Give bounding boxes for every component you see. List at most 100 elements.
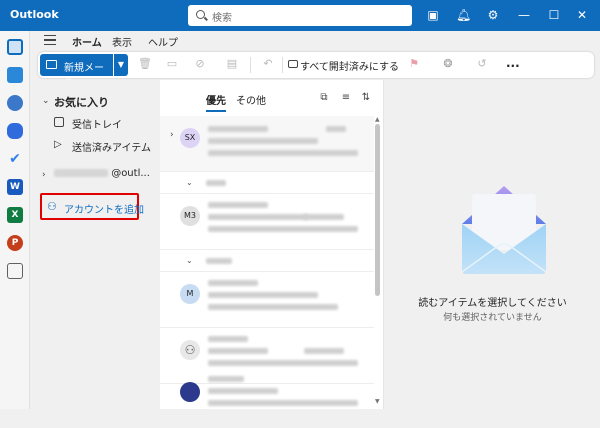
apps-icon[interactable] <box>7 263 23 279</box>
excel-icon[interactable]: X <box>7 207 23 223</box>
group-header[interactable]: ⌄ <box>160 172 374 194</box>
reply-icon[interactable]: ↶ <box>262 58 274 70</box>
gear-icon[interactable]: ⚙ <box>486 8 500 22</box>
redacted-preview <box>208 400 358 406</box>
scroll-down-arrow[interactable]: ▼ <box>375 398 380 405</box>
redacted-sender <box>208 376 244 382</box>
list-item[interactable]: M <box>160 272 374 328</box>
group-header[interactable]: ⌄ <box>160 250 374 272</box>
undo-icon[interactable]: ↺ <box>476 58 488 70</box>
message-list-header: 優先 その他 ⧉ ≡ ⇅ <box>160 80 384 116</box>
new-mail-dropdown[interactable]: ▼ <box>114 54 128 76</box>
person-icon: ⚇ <box>180 340 200 360</box>
empty-state-subtitle: 何も選択されていません <box>443 313 542 323</box>
sort-icon[interactable]: ⇅ <box>360 92 372 104</box>
whats-new-icon[interactable]: ▣ <box>426 8 440 22</box>
add-account-button[interactable]: ⚇ アカウントを追加 <box>40 193 144 220</box>
account-name-redacted <box>54 169 108 177</box>
mail-compose-icon <box>46 60 57 69</box>
add-person-icon: ⚇ <box>47 200 57 213</box>
sidebar-item-label: 送信済みアイテム <box>72 143 151 154</box>
sidebar-item-label: 受信トレイ <box>72 120 122 131</box>
redacted-subject <box>208 138 318 144</box>
empty-envelope-icon <box>461 186 547 274</box>
scroll-up-arrow[interactable]: ▲ <box>375 116 380 123</box>
mail-icon[interactable] <box>7 39 23 55</box>
chevron-down-icon: ⌄ <box>186 256 193 265</box>
redacted-preview <box>208 226 358 232</box>
redacted-preview <box>208 150 358 156</box>
search-placeholder: 検索 <box>212 13 232 24</box>
avatar: M <box>180 284 200 304</box>
powerpoint-icon[interactable]: P <box>7 235 23 251</box>
avatar: M3 <box>180 206 200 226</box>
redacted-time <box>304 348 344 354</box>
ribbon-toolbar: 新規メール ▼ 🗑︎ ▭ ⊘ ▤ ↶ すべて開封済みにする ⚑ ❂ ↺ ... <box>38 52 594 89</box>
redacted-group-label <box>206 180 226 186</box>
calendar-icon[interactable] <box>7 67 23 83</box>
chevron-right-icon[interactable]: › <box>170 130 174 140</box>
redacted-sender <box>208 336 248 342</box>
todo-icon[interactable]: ✔ <box>7 151 23 167</box>
redacted-sender <box>208 126 268 132</box>
redacted-preview <box>208 360 358 366</box>
people-icon[interactable] <box>7 95 23 111</box>
move-icon[interactable]: ▤ <box>226 58 238 70</box>
filter-icon[interactable]: ≡ <box>340 92 352 104</box>
redacted-subject <box>208 292 318 298</box>
tab-focused[interactable]: 優先 <box>206 92 226 112</box>
chevron-down-icon: ⌄ <box>186 178 193 187</box>
redacted-subject <box>208 388 278 394</box>
title-bar: Outlook 検索 ▣ 🔔︎ ⚙ — ☐ ✕ <box>0 0 600 31</box>
account-suffix: @outl... <box>111 168 150 179</box>
divider <box>250 57 251 73</box>
tab-help[interactable]: ヘルプ <box>148 34 178 49</box>
tab-home[interactable]: ホーム <box>72 34 102 54</box>
tab-view[interactable]: 表示 <box>112 34 132 49</box>
tab-other[interactable]: その他 <box>236 92 266 107</box>
share-icon[interactable]: ❂ <box>442 58 454 70</box>
redacted-group-label <box>206 258 232 264</box>
list-item[interactable]: M3 <box>160 194 374 250</box>
list-item[interactable] <box>160 372 374 428</box>
groups-icon[interactable] <box>7 123 23 139</box>
ribbon-tabs: ホーム 表示 ヘルプ <box>30 31 600 54</box>
redacted-subject <box>208 214 308 220</box>
chevron-right-icon[interactable]: › <box>42 170 46 180</box>
redacted-sender <box>208 280 258 286</box>
scrollbar[interactable] <box>375 124 380 296</box>
avatar: SX <box>180 128 200 148</box>
report-icon[interactable]: ⊘ <box>194 58 206 70</box>
mark-all-read-button[interactable]: すべて開封済みにする <box>300 58 399 73</box>
redacted-time <box>326 126 346 132</box>
word-icon[interactable]: W <box>7 179 23 195</box>
empty-state-title: 読むアイテムを選択してください <box>418 298 567 309</box>
chevron-down-icon[interactable]: ⌄ <box>42 96 50 106</box>
inbox-icon <box>54 117 64 127</box>
account-item[interactable]: @outl... <box>54 168 150 179</box>
app-rail: ✔ W X P <box>0 31 30 409</box>
more-options-button[interactable]: ... <box>506 56 520 70</box>
flag-icon[interactable]: ⚑ <box>408 58 420 70</box>
redacted-preview <box>208 304 338 310</box>
avatar <box>180 382 200 402</box>
app-title: Outlook <box>10 8 59 21</box>
folder-pane: ⌄ お気に入り 受信トレイ ▷ 送信済みアイテム › @outl... ⚇ アカ… <box>30 80 160 409</box>
select-icon[interactable]: ⧉ <box>318 92 330 104</box>
list-item[interactable]: › SX <box>160 116 374 172</box>
new-mail-button[interactable]: 新規メール <box>40 54 113 89</box>
send-icon: ▷ <box>54 139 62 150</box>
maximize-button[interactable]: ☐ <box>544 6 564 24</box>
bell-icon[interactable]: 🔔︎ <box>456 8 471 22</box>
menu-icon[interactable] <box>44 35 56 45</box>
delete-icon[interactable]: 🗑︎ <box>138 58 152 70</box>
search-input[interactable]: 検索 <box>188 5 412 26</box>
minimize-button[interactable]: — <box>514 6 534 24</box>
archive-icon[interactable]: ▭ <box>166 58 178 70</box>
favorites-header[interactable]: お気に入り <box>54 94 109 110</box>
reading-pane: 読むアイテムを選択してください 何も選択されていません <box>385 80 600 409</box>
close-button[interactable]: ✕ <box>572 6 592 24</box>
add-account-label: アカウントを追加 <box>64 205 144 216</box>
message-list: 優先 その他 ⧉ ≡ ⇅ › SX ⌄ M3 ⌄ M ⚇ ▲ ▼ <box>160 80 384 409</box>
redacted-subject <box>208 348 268 354</box>
